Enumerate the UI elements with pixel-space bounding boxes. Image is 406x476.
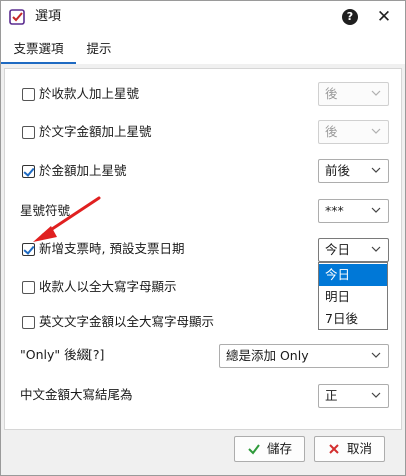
chevron-down-icon [371, 390, 381, 400]
tab-bar: 支票選項 提示 [1, 34, 405, 64]
chinese-ending-select[interactable]: 正 [318, 384, 389, 408]
dropdown-option-7-days[interactable]: 7日後 [319, 308, 387, 330]
default-date-label: 新增支票時, 預設支票日期 [39, 241, 185, 256]
cancel-button-label: 取消 [346, 441, 372, 456]
only-suffix-label: "Only" 後綴 [20, 347, 90, 362]
tab-hints[interactable]: 提示 [83, 34, 115, 64]
words-star-position-value: 後 [325, 124, 338, 139]
words-star-checkbox[interactable] [22, 126, 35, 139]
chinese-ending-value: 正 [325, 388, 338, 403]
save-button[interactable]: 儲存 [234, 436, 305, 462]
default-date-value: 今日 [325, 242, 351, 257]
payee-star-label: 於收款人加上星號 [39, 86, 140, 101]
default-date-checkbox[interactable] [22, 243, 35, 256]
amount-star-checkbox[interactable] [22, 165, 35, 178]
dropdown-option-today[interactable]: 今日 [319, 264, 387, 286]
chevron-down-icon [371, 205, 381, 215]
only-suffix-select[interactable]: 總是添加 Only [219, 344, 389, 368]
default-date-select[interactable]: 今日 [318, 238, 389, 262]
options-dialog: 選項 ? ✕ 支票選項 提示 於收款人加上星號 後 於文字金額加上星號 後 於金… [0, 0, 406, 476]
chinese-ending-label: 中文金額大寫結尾為 [20, 387, 133, 402]
cross-icon [329, 443, 339, 454]
payee-uppercase-label: 收款人以全大寫字母顯示 [39, 279, 177, 294]
chevron-down-icon [371, 350, 381, 360]
english-uppercase-label: 英文文字金額以全大寫字母顯示 [39, 314, 215, 329]
cancel-button[interactable]: 取消 [314, 436, 385, 462]
words-star-label: 於文字金額加上星號 [39, 124, 152, 139]
chevron-down-icon [371, 165, 381, 175]
chevron-down-icon [371, 244, 381, 254]
only-suffix-help-link[interactable]: [?] [88, 346, 104, 364]
chevron-down-icon [371, 126, 381, 136]
star-symbol-select[interactable]: *** [318, 199, 389, 223]
amount-star-label: 於金額加上星號 [39, 163, 127, 178]
help-icon[interactable]: ? [342, 9, 358, 25]
payee-uppercase-checkbox[interactable] [22, 281, 35, 294]
red-arrow-icon [33, 196, 101, 242]
default-date-dropdown-list: 今日 明日 7日後 [318, 262, 388, 330]
amount-star-position-select[interactable]: 前後 [318, 159, 389, 183]
star-symbol-value: *** [325, 203, 344, 218]
close-icon[interactable]: ✕ [375, 7, 393, 27]
payee-star-checkbox[interactable] [22, 88, 35, 101]
checkmark-icon [248, 443, 260, 455]
english-uppercase-checkbox[interactable] [22, 316, 35, 329]
app-checklist-icon [9, 9, 25, 25]
words-star-position-select: 後 [318, 120, 389, 144]
amount-star-position-value: 前後 [325, 163, 351, 178]
window-title: 選項 [35, 9, 62, 24]
payee-star-position-value: 後 [325, 86, 338, 101]
payee-star-position-select: 後 [318, 82, 389, 106]
dropdown-option-tomorrow[interactable]: 明日 [319, 286, 387, 308]
title-bar: 選項 ? ✕ [1, 1, 405, 34]
only-suffix-value: 總是添加 Only [226, 348, 309, 363]
tab-cheque-options[interactable]: 支票選項 [1, 34, 76, 64]
chevron-down-icon [371, 88, 381, 98]
save-button-label: 儲存 [266, 441, 292, 456]
